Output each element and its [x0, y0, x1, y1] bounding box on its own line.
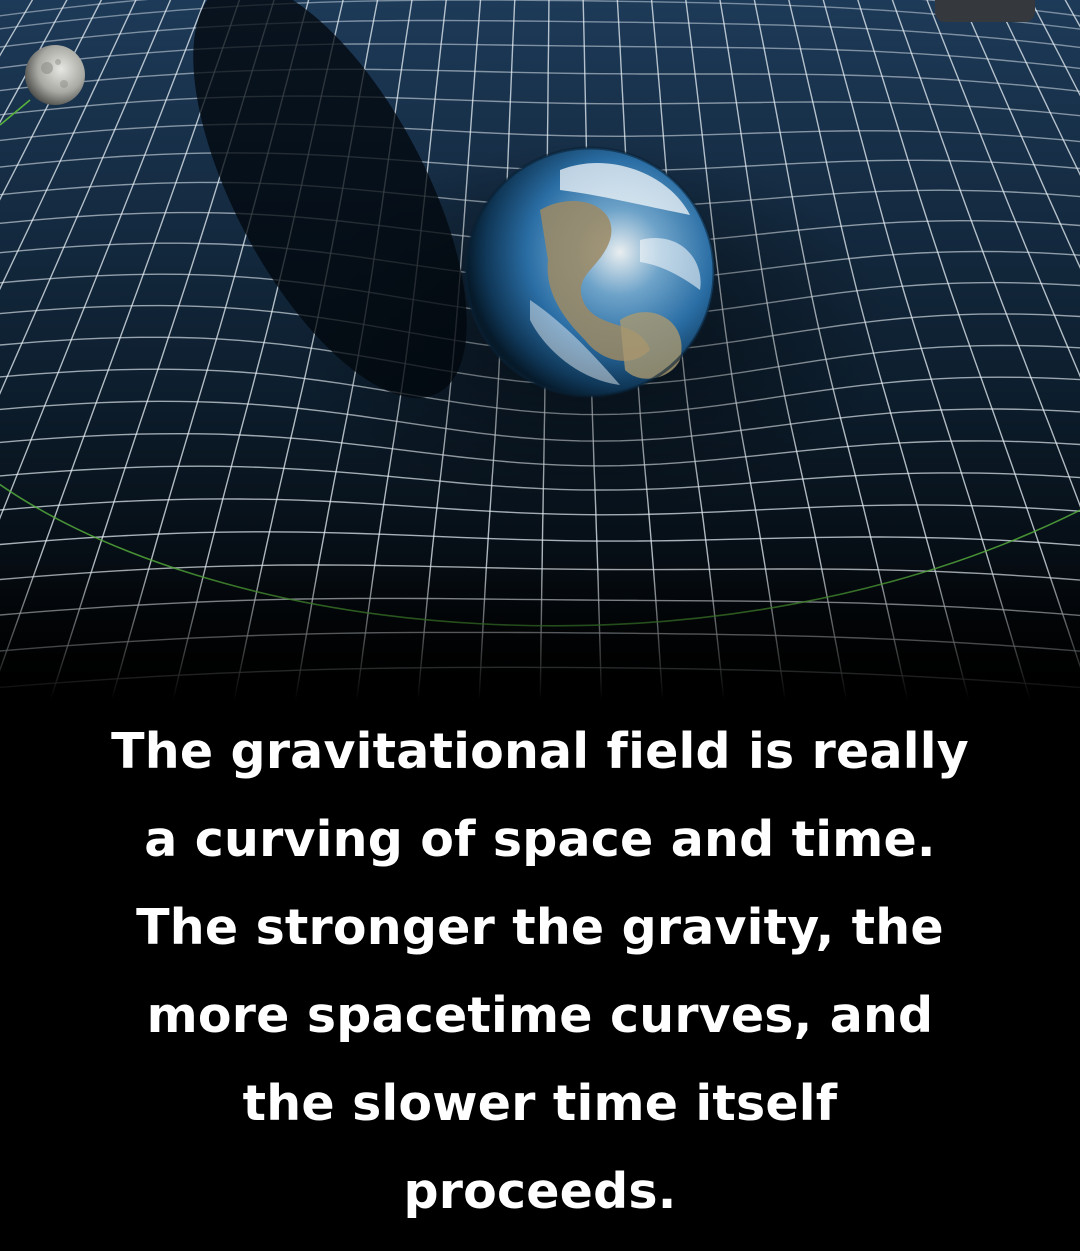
bottom-fade — [0, 560, 1080, 700]
caption-line: the slower time itself — [242, 1075, 838, 1132]
image-canvas: The gravitational field is really a curv… — [0, 0, 1080, 1251]
caption-line: The stronger the gravity, the — [136, 899, 944, 956]
corner-tab — [935, 0, 1035, 22]
caption-line: The gravitational field is really — [111, 723, 969, 780]
spacetime-illustration — [0, 0, 1080, 700]
moon — [25, 45, 85, 105]
caption-line: a curving of space and time. — [144, 811, 936, 868]
caption-text: The gravitational field is really a curv… — [40, 700, 1040, 1228]
caption-line: more spacetime curves, and — [146, 987, 934, 1044]
caption-line: proceeds. — [403, 1163, 677, 1220]
earth — [464, 146, 716, 398]
